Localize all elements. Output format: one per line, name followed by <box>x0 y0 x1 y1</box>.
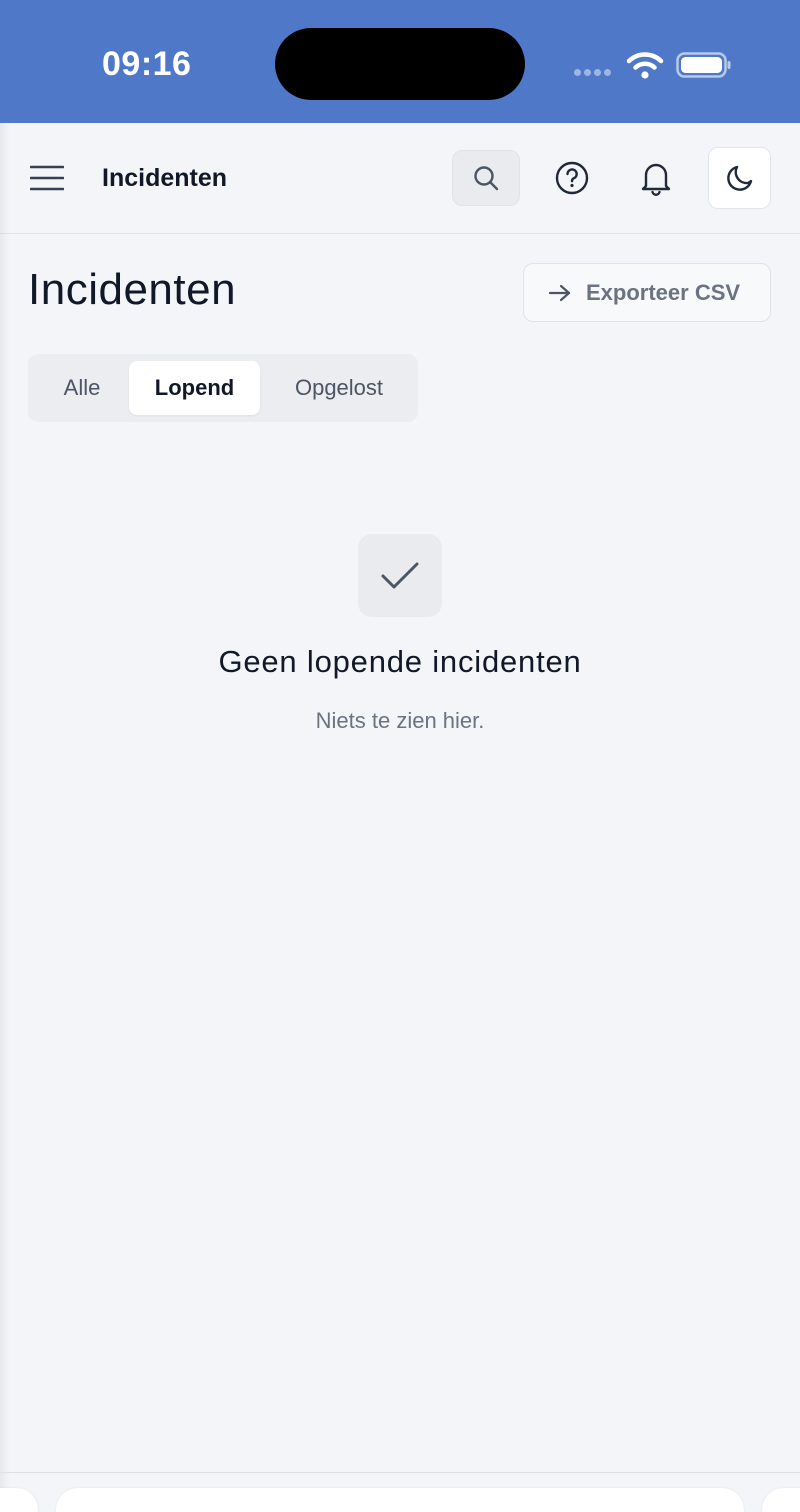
wifi-icon <box>626 52 664 79</box>
cellular-signal-icon <box>574 69 611 76</box>
bottom-card-left[interactable] <box>0 1488 38 1512</box>
status-filter-tabs: Alle Lopend Opgelost <box>28 354 418 422</box>
app-bar-title: Incidenten <box>102 164 228 192</box>
notifications-button[interactable] <box>622 150 690 206</box>
search-icon <box>474 166 499 191</box>
search-button[interactable] <box>452 150 520 206</box>
export-csv-label: Exporteer CSV <box>586 279 741 305</box>
menu-icon[interactable] <box>30 165 64 191</box>
app-bar: Incidenten <box>0 123 800 234</box>
bottom-card-main[interactable] <box>56 1488 744 1512</box>
status-bar: 09:16 <box>0 0 800 123</box>
export-csv-button[interactable]: Exporteer CSV <box>523 263 771 322</box>
help-icon <box>555 161 589 195</box>
empty-state-title: Geen lopende incidenten <box>218 644 582 679</box>
tab-alle[interactable]: Alle <box>34 361 130 415</box>
bell-icon <box>641 163 671 196</box>
help-button[interactable] <box>538 150 606 206</box>
arrow-right-icon <box>548 284 571 301</box>
page-title: Incidenten <box>28 265 237 314</box>
bottom-card-right[interactable] <box>762 1488 800 1512</box>
moon-icon <box>726 165 752 191</box>
drawer-edge-shadow <box>0 123 10 1512</box>
battery-icon <box>676 52 731 78</box>
tab-lopend[interactable]: Lopend <box>129 361 260 415</box>
theme-toggle-button[interactable] <box>708 147 771 209</box>
empty-state-subtitle: Niets te zien hier. <box>315 708 485 733</box>
empty-state-icon-box <box>358 534 442 617</box>
dynamic-island <box>275 28 525 100</box>
bottom-divider <box>0 1472 800 1473</box>
check-icon <box>381 562 419 588</box>
tab-opgelost[interactable]: Opgelost <box>266 361 412 415</box>
screen: 09:16 Incidenten Incidenten Exporteer CS… <box>0 0 800 1512</box>
status-time: 09:16 <box>102 45 192 83</box>
